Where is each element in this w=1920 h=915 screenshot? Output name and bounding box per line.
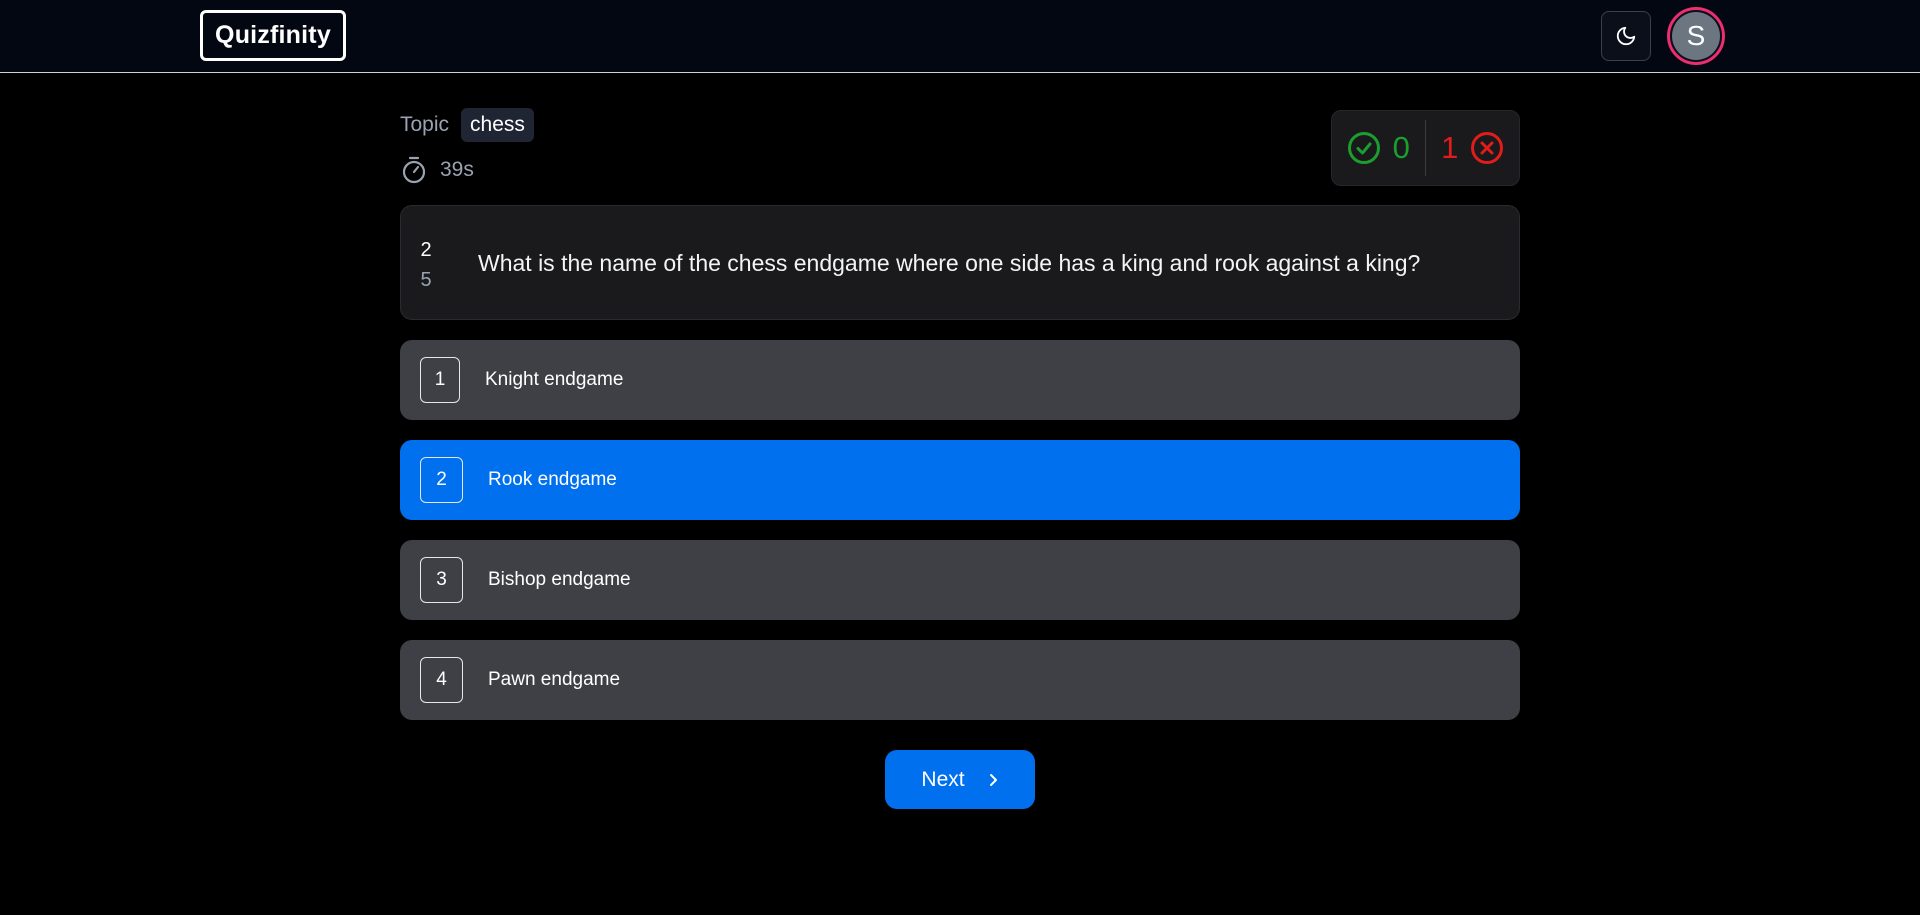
user-avatar-button[interactable]: S: [1667, 7, 1725, 65]
navbar: Quizfinity S: [0, 0, 1920, 73]
correct-count: 0: [1392, 130, 1410, 165]
x-circle-icon: [1471, 132, 1504, 164]
answer-option-1[interactable]: 1 Knight endgame: [400, 340, 1520, 420]
option-number: 2: [420, 457, 463, 503]
app-logo[interactable]: Quizfinity: [200, 10, 346, 61]
option-label: Knight endgame: [485, 369, 624, 390]
option-number: 1: [420, 357, 460, 403]
question-total: 5: [420, 269, 432, 291]
option-label: Pawn endgame: [488, 669, 621, 690]
score-panel: 0 1: [1331, 110, 1520, 186]
topic-badge: chess: [461, 108, 534, 142]
option-label: Rook endgame: [488, 469, 617, 490]
answer-option-3[interactable]: 3 Bishop endgame: [400, 540, 1520, 620]
answer-option-4[interactable]: 4 Pawn endgame: [400, 640, 1520, 720]
topic-row: Topic chess: [400, 108, 534, 142]
theme-toggle-button[interactable]: [1601, 11, 1651, 61]
correct-score: 0: [1332, 111, 1425, 185]
wrong-score: 1: [1426, 111, 1519, 185]
moon-icon: [1616, 26, 1636, 46]
stopwatch-icon: [402, 156, 426, 184]
wrong-count: 1: [1441, 130, 1459, 165]
topic-label: Topic: [400, 113, 450, 136]
option-label: Bishop endgame: [488, 569, 631, 590]
avatar-initial: S: [1672, 12, 1720, 60]
check-circle-icon: [1347, 132, 1380, 164]
next-button-label: Next: [921, 767, 965, 791]
timer-row: 39s: [400, 154, 474, 186]
answer-option-2[interactable]: 2 Rook endgame: [400, 440, 1520, 520]
question-card: 2 5 What is the name of the chess endgam…: [400, 205, 1520, 320]
timer-value: 39s: [440, 158, 474, 181]
question-progress: 2 5: [416, 235, 436, 295]
chevron-right-icon: [989, 773, 997, 786]
next-button[interactable]: Next: [885, 750, 1035, 809]
question-text: What is the name of the chess endgame wh…: [478, 250, 1421, 276]
option-number: 3: [420, 557, 463, 603]
question-current: 2: [420, 239, 432, 261]
option-number: 4: [420, 657, 463, 703]
